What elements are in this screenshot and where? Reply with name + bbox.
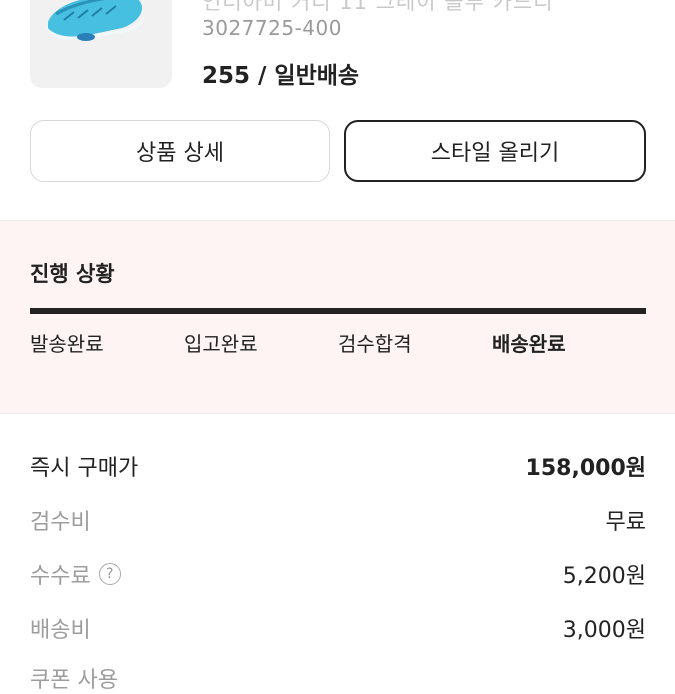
product-code: 3027725-400 <box>202 16 342 40</box>
inspection-fee-row: 검수비 무료 <box>30 504 646 536</box>
progress-title: 진행 상황 <box>30 262 115 286</box>
step-inspected: 검수합격 <box>338 332 412 356</box>
step-delivered: 배송완료 <box>492 332 566 356</box>
commission-label: 수수료 <box>30 564 91 589</box>
commission-row: 수수료 ? 5,200원 <box>30 558 646 590</box>
instant-buy-row: 즉시 구매가 158,000원 <box>30 450 646 482</box>
instant-buy-label: 즉시 구매가 <box>30 456 139 481</box>
inspection-value: 무료 <box>605 510 646 535</box>
coupon-row[interactable]: 쿠폰 사용 <box>30 662 646 694</box>
product-size-delivery: 255 / 일반배송 <box>202 63 360 89</box>
step-received: 입고완료 <box>184 332 258 356</box>
commission-value: 5,200원 <box>562 564 646 589</box>
section-divider <box>0 413 675 414</box>
shipping-fee-row: 배송비 3,000원 <box>30 612 646 644</box>
product-detail-button[interactable]: 상품 상세 <box>30 120 330 182</box>
sneaker-icon <box>46 0 145 41</box>
step-shipped: 발송완료 <box>30 332 104 356</box>
shipping-value: 3,000원 <box>562 618 646 643</box>
inspection-label: 검수비 <box>30 510 91 535</box>
product-name: 언더아머 커리 11 그레이 블루 카드리 <box>202 0 554 14</box>
coupon-label: 쿠폰 사용 <box>30 668 118 693</box>
instant-buy-value: 158,000원 <box>525 456 646 481</box>
shipping-label: 배송비 <box>30 618 91 643</box>
product-image[interactable] <box>30 0 172 88</box>
product-summary: 언더아머 커리 11 그레이 블루 카드리 3027725-400 255 / … <box>0 0 675 100</box>
upload-style-button[interactable]: 스타일 올리기 <box>344 120 646 182</box>
progress-section: 진행 상황 발송완료 입고완료 검수합격 배송완료 <box>0 221 675 413</box>
commission-label-group: 수수료 ? <box>30 558 121 590</box>
help-icon[interactable]: ? <box>98 563 121 585</box>
progress-bar <box>30 308 646 314</box>
